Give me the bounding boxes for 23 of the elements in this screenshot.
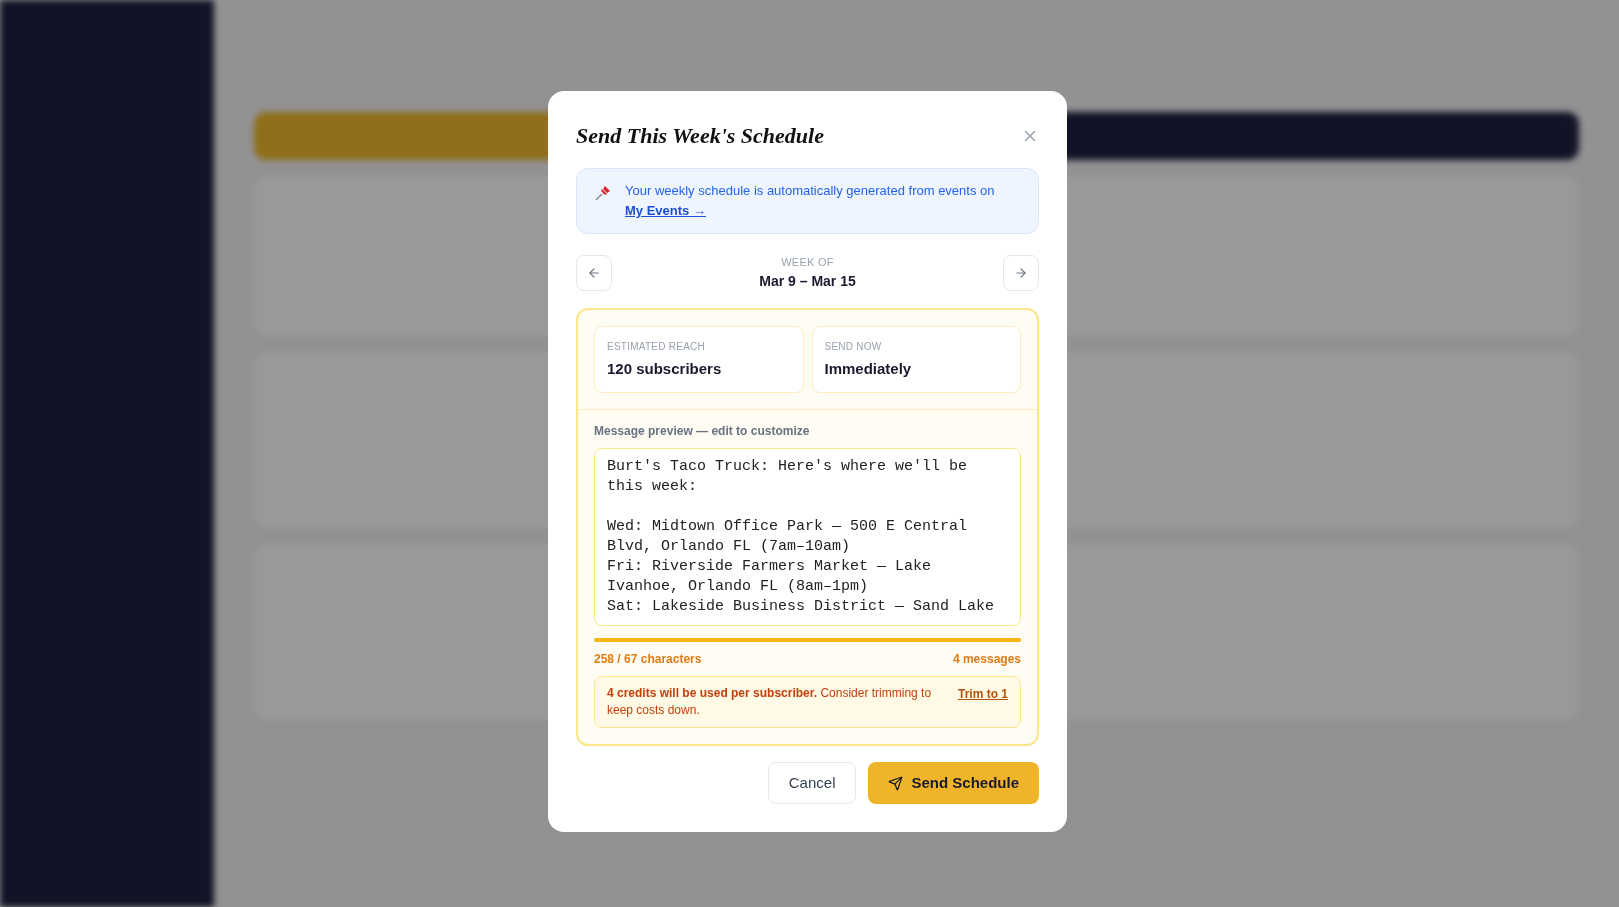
preview-label: Message preview — edit to customize: [594, 423, 811, 440]
message-field[interactable]: Burt's Taco Truck: Here's where we'll be this week: Wed: Midtown Office Park — 500 E Central Blvd, Orlando FL (7am–10am) Fri: Riverside Farmers Market — Lake Ivanhoe, Orlando FL (8am–1pm) Sat: Lakeside Business District — Sand Lake: [594, 448, 1021, 626]
pushpin-icon: [593, 183, 613, 203]
next-week-button[interactable]: [1003, 254, 1039, 291]
message-count: 4 messages: [952, 651, 1021, 668]
info-text: Your weekly schedule is automatically generated from events on My Events →: [625, 182, 996, 220]
events-link[interactable]: My Events →: [625, 203, 706, 218]
stat-value: 120 subscribers: [607, 358, 723, 379]
previous-week-button[interactable]: [576, 254, 612, 291]
character-count: 258 / 67 characters: [594, 651, 702, 668]
warning-text: 4 credits will be used per subscriber. Consider trimming to keep costs down.: [607, 685, 933, 719]
dialog-title: Send This Week's Schedule: [576, 122, 824, 150]
week-range: Mar 9 – Mar 15: [759, 271, 856, 291]
trim-link[interactable]: Trim to 1: [958, 685, 1008, 703]
arrow-right-icon: [1014, 265, 1028, 280]
cancel-button[interactable]: Cancel: [767, 762, 857, 804]
arrow-left-icon: [587, 265, 601, 280]
stat-label: SEND NOW: [824, 339, 883, 354]
send-icon: [888, 775, 904, 791]
stat-value: Immediately: [824, 358, 913, 379]
week-label: WEEK OF: [781, 255, 834, 270]
send-button[interactable]: Send Schedule: [868, 762, 1039, 804]
stat-label: ESTIMATED REACH: [607, 339, 707, 354]
